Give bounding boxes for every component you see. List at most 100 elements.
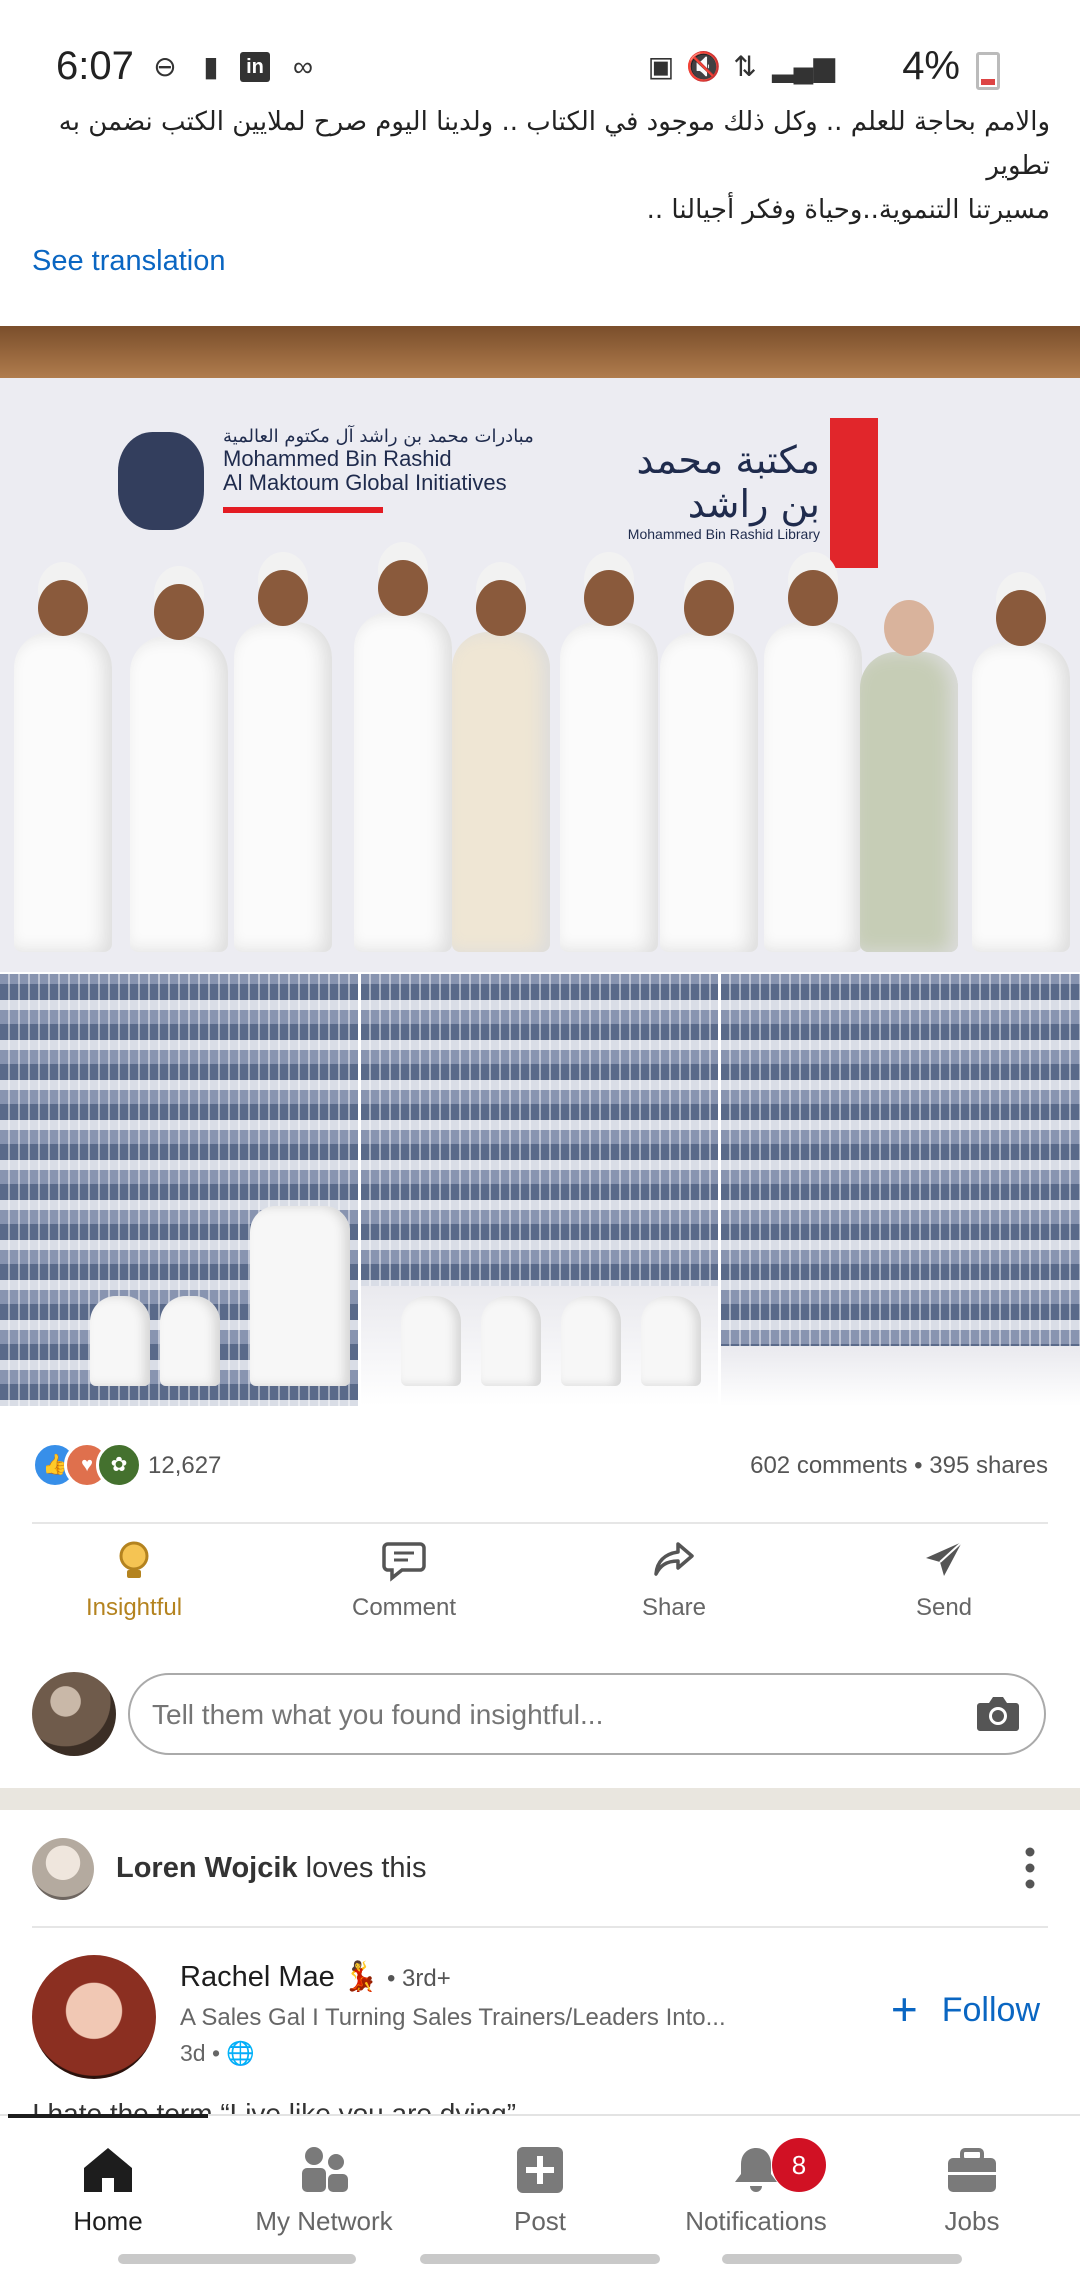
avatar[interactable]: [32, 1838, 94, 1900]
send-button[interactable]: Send: [844, 1540, 1044, 1622]
celebrate-icon: ✿: [96, 1442, 142, 1488]
nav-label: Jobs: [944, 2206, 1000, 2236]
bottom-navigation: Home My Network Post 8 Notifications Job…: [0, 2114, 1080, 2252]
plus-icon: +: [890, 1983, 918, 2035]
mute-icon: 🔇: [686, 51, 721, 82]
post-text: والامم بحاجة للعلم .. وكل ذلك موجود في ا…: [30, 100, 1050, 232]
gesture-bar: [420, 2254, 660, 2264]
person-figure: [660, 580, 758, 952]
follow-button[interactable]: + Follow: [891, 1982, 1040, 2036]
post-image-grid: [0, 974, 1080, 1406]
camera-icon[interactable]: [974, 1693, 1022, 1733]
banner-english-line2: Al Maktoum Global Initiatives: [223, 470, 507, 495]
seated-person: [401, 1296, 461, 1386]
nav-home[interactable]: Home: [8, 2144, 208, 2237]
ceiling: [0, 326, 1080, 378]
gesture-bar: [118, 2254, 356, 2264]
loved-by-name: Loren Wojcik: [116, 1852, 298, 1884]
banner-red-line: [223, 507, 383, 513]
nav-label: My Network: [255, 2206, 393, 2236]
globe-icon: 🌐: [226, 2040, 256, 2066]
active-tab-indicator: [8, 2114, 208, 2118]
bookshelves: [721, 974, 1080, 1406]
person-figure: [860, 600, 958, 952]
author-name-row[interactable]: Rachel Mae 💃 • 3rd+: [180, 1960, 451, 1994]
post-text-line: مسيرتنا التنموية..وحياة وفكر أجيالنا ..: [646, 195, 1050, 225]
comment-box[interactable]: [128, 1673, 1046, 1755]
banner-initiatives: مبادرات محمد بن راشد آل مكتوم العالمية M…: [118, 426, 588, 513]
seated-person: [641, 1296, 701, 1386]
alert-icon: ▮: [203, 51, 219, 82]
share-button[interactable]: Share: [574, 1540, 774, 1622]
network-icon: [224, 2144, 424, 2200]
nav-notifications[interactable]: 8 Notifications: [656, 2138, 856, 2237]
seated-person: [561, 1296, 621, 1386]
see-translation-link[interactable]: See translation: [32, 245, 225, 278]
comment-label: Comment: [351, 1594, 457, 1621]
linkedin-icon: in: [240, 52, 270, 82]
loves-suffix: loves this: [297, 1852, 427, 1884]
status-time: 6:07: [56, 44, 134, 88]
social-context[interactable]: Loren Wojcik loves this: [116, 1852, 427, 1885]
floor: [721, 1346, 1080, 1406]
reaction-count[interactable]: 12,627: [148, 1452, 221, 1480]
send-icon: [844, 1540, 1044, 1588]
group-of-people: [0, 536, 1080, 972]
author-emoji: 💃: [342, 1961, 379, 1993]
status-bar: 6:07 ⊖ ▮ in ∞ ▣ 🔇 ⇅ ▂▄▆ 4%: [0, 0, 1080, 110]
comments-shares-count[interactable]: 602 comments • 395 shares: [750, 1452, 1048, 1480]
connection-degree: • 3rd+: [386, 1965, 451, 1992]
more-options-icon[interactable]: [1020, 1842, 1040, 1894]
do-not-disturb-icon: ⊖: [153, 51, 177, 82]
library-arabic-text: مكتبة محمد بن راشد: [636, 438, 820, 526]
home-icon: [8, 2144, 208, 2200]
share-icon: [574, 1540, 774, 1588]
banner-english-line1: Mohammed Bin Rashid: [223, 446, 452, 471]
post-time: 3d •: [180, 2040, 221, 2066]
battery-percent: 4%: [902, 44, 960, 88]
post-hero-image[interactable]: مبادرات محمد بن راشد آل مكتوم العالمية M…: [0, 326, 1080, 972]
insightful-label: Insightful: [85, 1594, 183, 1621]
divider: [32, 1926, 1048, 1928]
signal-icon: ▂▄▆: [772, 51, 835, 82]
banner-library: مكتبة محمد بن راشد Mohammed Bin Rashid L…: [610, 438, 820, 542]
share-label: Share: [641, 1594, 707, 1621]
lightbulb-icon: [34, 1540, 234, 1588]
post-image-thumbnail[interactable]: [0, 974, 358, 1406]
author-avatar[interactable]: [32, 1955, 156, 2079]
insightful-button[interactable]: Insightful: [34, 1540, 234, 1622]
person-figure: [764, 570, 862, 952]
person-figure: [452, 580, 550, 952]
briefcase-icon: [872, 2144, 1072, 2200]
nav-label: Home: [73, 2206, 143, 2236]
notification-badge: 8: [772, 2138, 826, 2192]
seated-person: [160, 1296, 220, 1386]
post-text-line: والامم بحاجة للعلم .. وكل ذلك موجود في ا…: [58, 107, 1050, 181]
voicemail-icon: ∞: [293, 51, 313, 82]
person-figure: [972, 590, 1070, 952]
nav-label: Notifications: [685, 2206, 827, 2236]
banner-arabic-text: مبادرات محمد بن راشد آل مكتوم العالمية: [223, 426, 534, 447]
bell-icon: [656, 2144, 856, 2200]
author-name: Rachel Mae: [180, 1961, 335, 1993]
seated-person: [250, 1206, 350, 1386]
post-image-thumbnail[interactable]: [361, 974, 718, 1406]
follow-label: Follow: [941, 1991, 1040, 2029]
post-image-thumbnail[interactable]: [721, 974, 1080, 1406]
nav-my-network[interactable]: My Network: [224, 2144, 424, 2237]
seated-person: [90, 1296, 150, 1386]
battery-saver-icon: ▣: [647, 51, 675, 82]
comment-button[interactable]: Comment: [304, 1540, 504, 1622]
person-figure: [130, 584, 228, 952]
person-figure: [234, 570, 332, 952]
nav-post[interactable]: Post: [440, 2144, 640, 2237]
gesture-bar: [722, 2254, 962, 2264]
send-label: Send: [915, 1594, 973, 1621]
author-headline[interactable]: A Sales Gal I Turning Sales Trainers/Lea…: [180, 2004, 780, 2032]
post-icon: [440, 2144, 640, 2200]
divider: [32, 1522, 1048, 1524]
nav-jobs[interactable]: Jobs: [872, 2144, 1072, 2237]
avatar[interactable]: [32, 1672, 116, 1756]
feed-separator: [0, 1788, 1080, 1810]
comment-input[interactable]: [150, 1689, 954, 1741]
